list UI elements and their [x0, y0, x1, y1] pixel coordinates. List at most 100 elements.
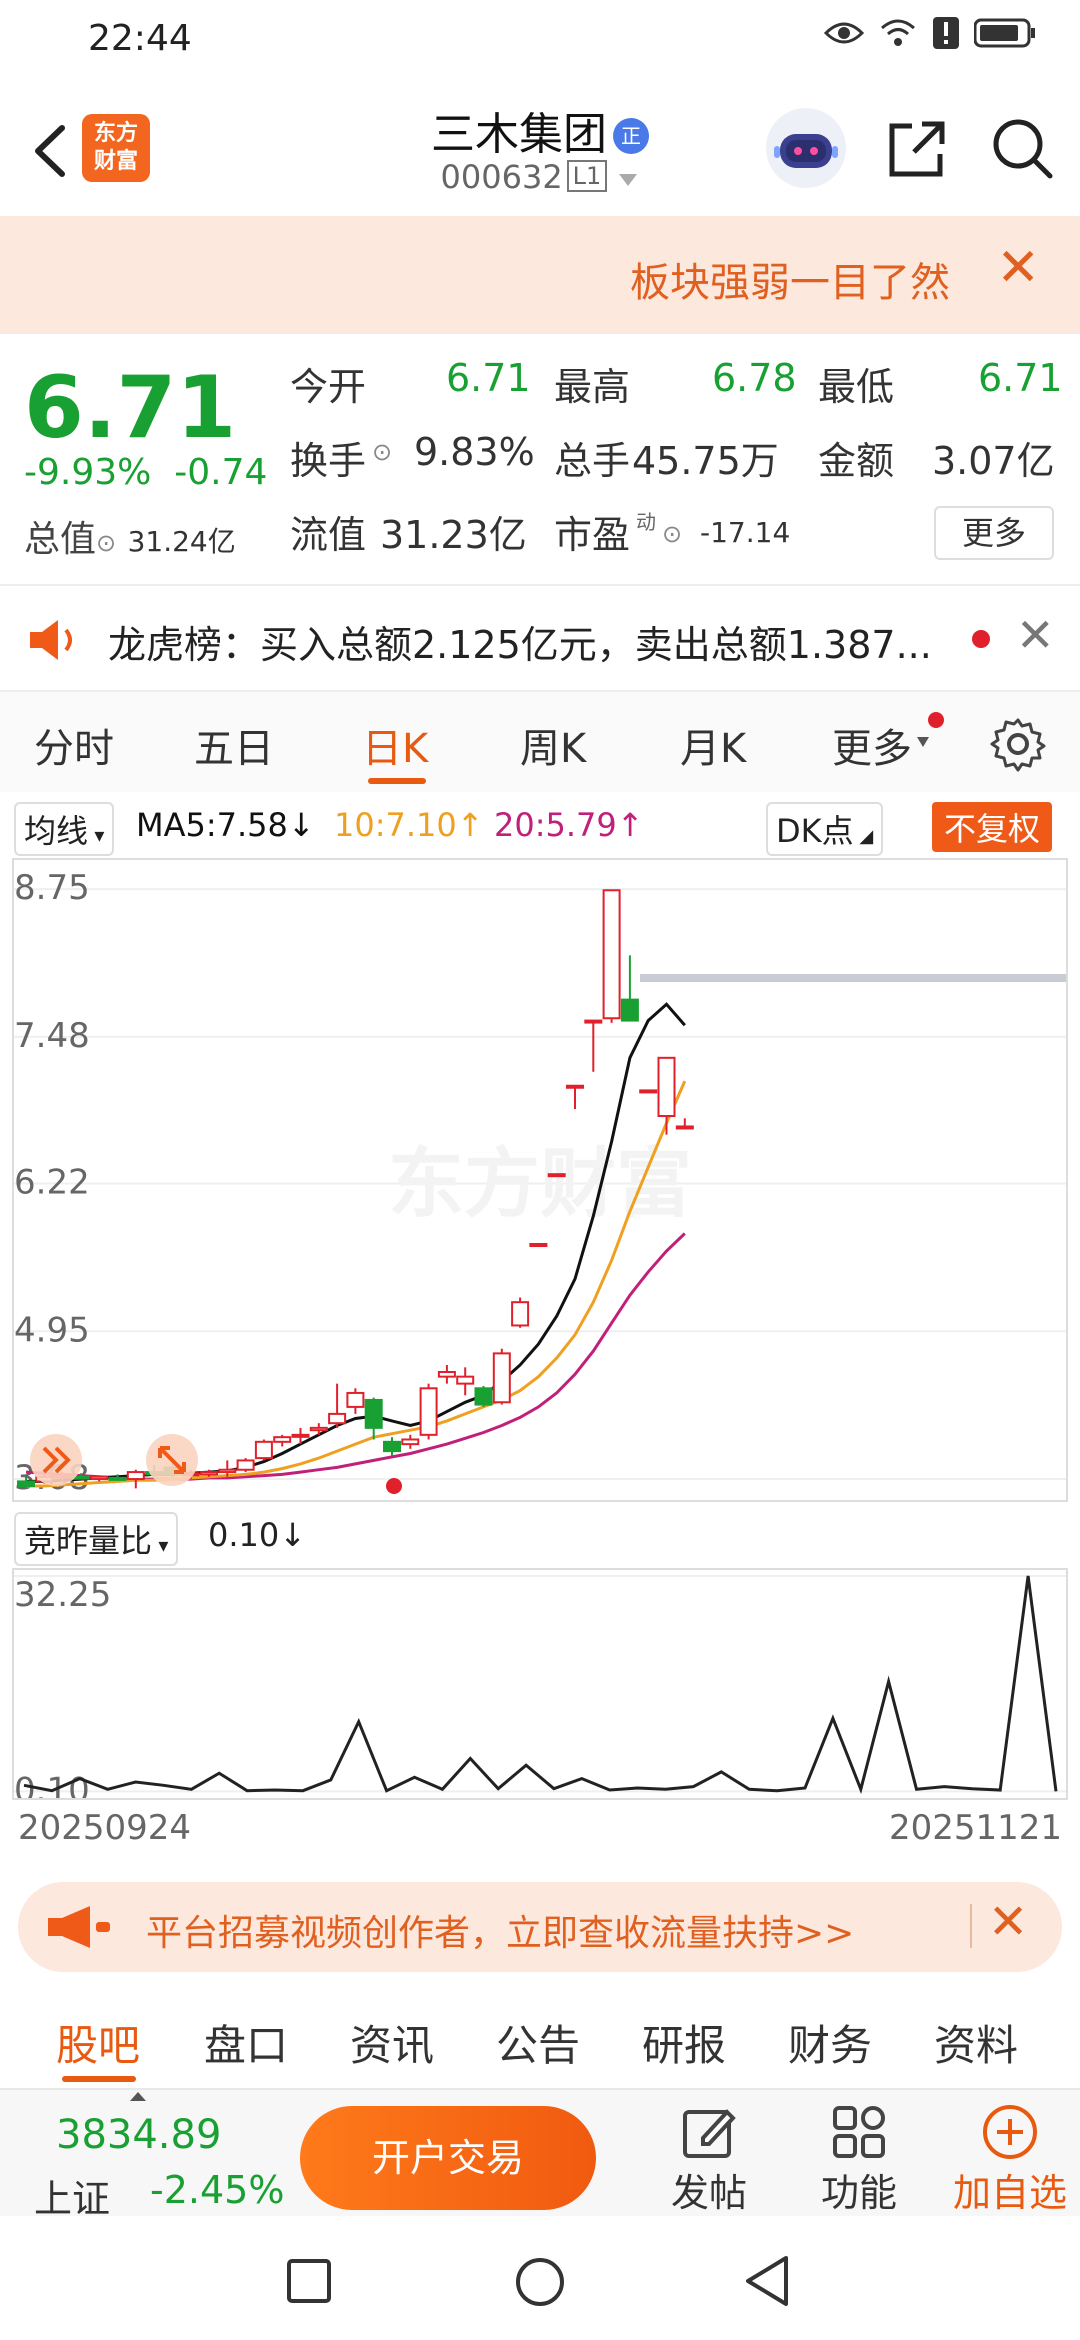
tab-five-day[interactable]: 五日 [194, 716, 274, 774]
volume-ratio-chart[interactable]: 32.25 0.10 [12, 1568, 1068, 1800]
open-account-trade-button[interactable]: 开户交易 [300, 2106, 596, 2210]
share-icon[interactable] [886, 118, 948, 180]
gear-icon[interactable] [990, 716, 1046, 772]
bottom-action-bar: 3834.89 上证 -2.45% 开户交易 发帖 功能 加自选 [0, 2088, 1080, 2221]
caret-down-icon: ▾ [152, 1533, 169, 1557]
tab-weekly-k[interactable]: 周K [520, 716, 586, 774]
candle-up [236, 1459, 255, 1471]
speaker-icon [30, 620, 72, 660]
dragon-tiger-notice[interactable]: 龙虎榜：买入总额2.125亿元，卖出总额1.387... ✕ [0, 586, 1080, 690]
current-price: 6.71 [24, 358, 237, 458]
tab-daily-k[interactable]: 日K [362, 716, 428, 774]
dk-signal-dot[interactable] [386, 1478, 402, 1494]
home-icon[interactable] [514, 2256, 566, 2308]
total-value: 总值⊙ 31.24亿 [24, 519, 236, 560]
post-button[interactable]: 发帖 [654, 2102, 764, 2217]
candle-up [401, 1438, 420, 1446]
candle-up [602, 889, 621, 1020]
kline-svg: 东方财富 8.757.486.224.953.68 [14, 868, 1066, 1498]
robot-icon [774, 134, 838, 168]
tab-profile[interactable]: 资料 [934, 2012, 1018, 2073]
volume-ratio-line [23, 1575, 1058, 1795]
candle-up [566, 1084, 584, 1089]
banner-text: 板块强弱一目了然 [630, 260, 950, 306]
candle-up [291, 1433, 310, 1438]
promo-banner[interactable]: 平台招募视频创作者，立即查收流量扶持>> ✕ [18, 1882, 1062, 1972]
candle-up [639, 1089, 658, 1094]
ma5-value: MA5:7.58↓ [136, 806, 315, 844]
tab-more-caret-icon [917, 737, 929, 747]
indicator-select[interactable]: 竞昨量比 ▾ [14, 1512, 179, 1566]
index-name: 上证 [34, 2177, 111, 2221]
corner-icon: ◢ [853, 826, 874, 847]
ma20-value: 20:5.79↑ [494, 806, 644, 844]
y-tick-label: 7.48 [14, 1016, 90, 1056]
pe-super: 动 [636, 510, 656, 534]
tab-guba[interactable]: 股吧 [56, 2012, 140, 2073]
stock-header: 东方 财富 三木集团正 000632 L1 [0, 86, 1080, 216]
candle-down [474, 1387, 493, 1406]
tab-finance[interactable]: 财务 [788, 2012, 872, 2073]
status-icons [824, 16, 1036, 50]
y-tick-label: 8.75 [14, 868, 90, 908]
tab-order-book[interactable]: 盘口 [204, 2012, 288, 2073]
candle-up [419, 1387, 438, 1436]
candle-up [90, 1475, 109, 1481]
promo-close-icon[interactable]: ✕ [988, 1894, 1028, 1950]
battery-icon [974, 18, 1035, 48]
recent-apps-icon[interactable] [286, 2258, 332, 2304]
high-label: 最高 [554, 365, 631, 409]
kline-chart[interactable]: 东方财富 8.757.486.224.953.68 [12, 858, 1068, 1502]
candle-down [108, 1476, 127, 1481]
tab-more[interactable]: 更多 [832, 716, 912, 774]
candle-up [492, 1352, 511, 1404]
ma-legend-row: 均线 ▾ MA5:7.58↓ 10:7.10↑ 20:5.79↑ DK点 ◢ 不… [0, 800, 1080, 856]
candle-up [346, 1391, 365, 1408]
candle-down [17, 1480, 35, 1488]
index-value[interactable]: 3834.89 [56, 2112, 221, 2158]
info-icon[interactable]: ⊙ [96, 529, 116, 557]
verified-badge: 正 [613, 118, 649, 154]
watermark: 东方财富 [388, 1142, 692, 1227]
tab-intraday[interactable]: 分时 [34, 716, 114, 774]
content-tabs: 股吧 盘口 资讯 公告 研报 财务 资料 [0, 2000, 1080, 2086]
candle-up [126, 1471, 145, 1481]
ma-select[interactable]: 均线 ▾ [14, 802, 115, 856]
float-label: 流值 [290, 513, 367, 557]
search-icon[interactable] [990, 116, 1054, 180]
alert-icon [933, 17, 959, 49]
expand-left-icon[interactable] [30, 1434, 82, 1486]
candle-up [584, 1019, 603, 1024]
candle-up [254, 1440, 273, 1460]
status-bar: 22:44 [0, 0, 1080, 86]
low-label: 最低 [818, 365, 895, 409]
tab-news[interactable]: 资讯 [350, 2012, 434, 2073]
edit-icon [683, 2109, 736, 2158]
volume-value: 45.75万 [632, 439, 779, 483]
candle-up [657, 1056, 676, 1117]
dragon-close-icon[interactable]: ✕ [1016, 608, 1055, 662]
dk-point-button[interactable]: DK点 ◢ [766, 802, 884, 856]
candle-up [309, 1426, 328, 1432]
back-icon[interactable] [742, 2254, 792, 2308]
functions-button[interactable]: 功能 [804, 2102, 914, 2217]
tab-research[interactable]: 研报 [642, 2012, 726, 2073]
stock-name: 三木集团 [431, 109, 607, 160]
tab-monthly-k[interactable]: 月K [680, 716, 746, 774]
plus-circle-icon [983, 2105, 1037, 2159]
sector-banner[interactable]: 板块强弱一目了然 ✕ [0, 216, 1080, 334]
grid-icon [833, 2106, 885, 2158]
add-watchlist-button[interactable]: 加自选 [950, 2102, 1070, 2217]
turnover-info-icon[interactable]: ⊙ [372, 438, 392, 466]
tab-announcements[interactable]: 公告 [496, 2012, 580, 2073]
adjust-button[interactable]: 不复权 [932, 802, 1053, 852]
fullscreen-icon[interactable] [146, 1434, 198, 1486]
pe-info-icon[interactable]: ⊙ [662, 520, 682, 548]
more-button[interactable]: 更多 [934, 506, 1054, 560]
caret-down-icon: ▾ [88, 823, 105, 847]
candle-down [364, 1398, 383, 1429]
assistant-avatar[interactable] [766, 108, 846, 188]
change-percent: -9.93% [24, 452, 152, 493]
candle-up [200, 1471, 218, 1476]
banner-close-icon[interactable]: ✕ [996, 238, 1040, 298]
